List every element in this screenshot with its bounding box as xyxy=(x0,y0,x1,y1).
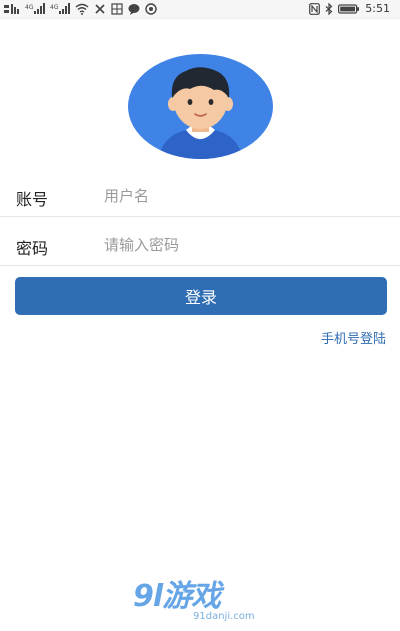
signal-bars-icon: 4G xyxy=(50,3,70,15)
account-row: 账号 xyxy=(0,176,400,217)
avatar xyxy=(128,54,273,159)
account-label: 账号 xyxy=(16,190,49,209)
watermark-sub: 91danji.com xyxy=(193,611,255,622)
sim-signal-icon xyxy=(4,3,20,15)
phone-login-link[interactable]: 手机号登陆 xyxy=(321,328,386,347)
status-bar-right: 5:51 xyxy=(309,2,390,16)
password-input[interactable] xyxy=(100,231,388,259)
wifi-icon xyxy=(75,3,89,15)
password-label: 密码 xyxy=(16,239,49,258)
signal-bars-icon: 4G xyxy=(25,3,45,15)
no-signal-icon xyxy=(94,3,106,15)
watermark-main: 9l游戏 xyxy=(133,579,221,614)
status-time: 5:51 xyxy=(365,2,390,15)
settings-icon xyxy=(145,3,157,15)
bluetooth-icon xyxy=(325,3,333,15)
login-button[interactable]: 登录 xyxy=(15,277,387,315)
watermark-logo: 9l游戏 91danji.com xyxy=(133,580,273,626)
status-bar: 4G 4G 5:51 xyxy=(0,0,400,19)
battery-icon xyxy=(338,3,360,15)
nfc-icon xyxy=(309,3,321,15)
notification-box-icon xyxy=(111,3,123,15)
svg-text:4G: 4G xyxy=(25,4,34,11)
chat-icon xyxy=(128,3,140,15)
svg-text:4G: 4G xyxy=(50,4,59,11)
account-input[interactable] xyxy=(100,182,388,210)
status-bar-left: 4G 4G xyxy=(4,2,157,16)
password-row: 密码 xyxy=(0,225,400,266)
